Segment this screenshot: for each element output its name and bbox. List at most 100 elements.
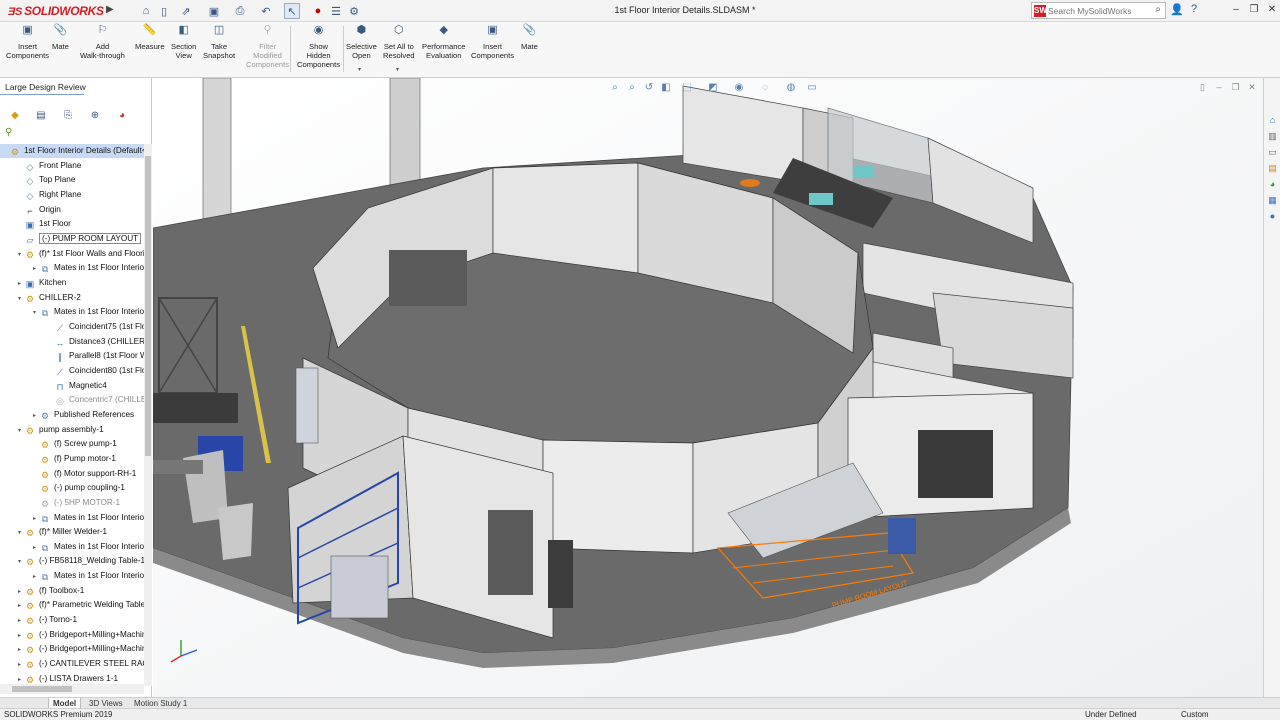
tree-node[interactable]: ⚙ (f) Motor support-RH-1 bbox=[30, 467, 146, 481]
tree-node[interactable]: ▱ (-) PUMP ROOM LAYOUT bbox=[15, 232, 146, 246]
tree-node[interactable]: ▸ ⧉ Mates in 1st Floor Interior bbox=[30, 569, 146, 583]
previous-view-icon[interactable]: ↺ bbox=[642, 82, 656, 96]
solidworks-resources-icon[interactable]: ⌂ bbox=[1266, 114, 1279, 127]
tree-node[interactable]: ▾ ⧉ Mates in 1st Floor Interior bbox=[30, 305, 146, 319]
tree-node[interactable]: ▸ ⚙ Published References bbox=[30, 408, 146, 422]
units-selector[interactable]: Custom bbox=[1181, 709, 1209, 720]
open-icon[interactable]: ⇗ bbox=[178, 3, 194, 19]
ribbon-button-performance-evaluation[interactable]: ◆ Performance Evaluation bbox=[422, 25, 465, 61]
dimxpert-tab-icon[interactable]: ⊕ bbox=[87, 110, 103, 124]
tree-node[interactable]: ▸ ⚙ (-) Bridgeport+Milling+Machin bbox=[15, 642, 146, 656]
options-icon[interactable]: ⚙ bbox=[346, 3, 362, 19]
tree-node[interactable]: ↔ Distance3 (CHILLER<2 bbox=[45, 335, 147, 349]
view-palette-icon[interactable]: ▤ bbox=[1266, 162, 1279, 175]
vertical-scrollbar[interactable] bbox=[144, 144, 152, 686]
zoom-to-fit-icon[interactable]: ⌕ bbox=[608, 82, 622, 96]
help-icon[interactable]: ? bbox=[1186, 3, 1202, 15]
save-icon[interactable]: ▣ bbox=[206, 3, 222, 19]
hide-show-icon[interactable]: ◉ bbox=[732, 82, 746, 96]
tree-node[interactable]: ◇ Right Plane bbox=[15, 188, 146, 202]
tree-node[interactable]: ▣ 1st Floor bbox=[15, 217, 146, 231]
file-properties-icon[interactable]: ☰ bbox=[328, 3, 344, 19]
tree-node[interactable]: ▸⚙ (-) CANTILEVER STEEL RACK A bbox=[15, 657, 146, 671]
ribbon-button-section-view[interactable]: ◧ Section View bbox=[171, 25, 196, 61]
collapse-arrow-icon[interactable]: ▾ bbox=[30, 306, 39, 320]
tree-node[interactable]: ◎ Concentric7 (CHILLER bbox=[45, 393, 146, 407]
ribbon-button-measure[interactable]: 📏 Measure bbox=[135, 25, 165, 52]
viewport-minimize-icon[interactable]: – bbox=[1212, 82, 1226, 92]
minimize-icon[interactable]: – bbox=[1228, 2, 1244, 18]
configuration-tab-icon[interactable]: ⎘ bbox=[60, 110, 76, 124]
scrollbar-thumb[interactable] bbox=[145, 156, 151, 456]
file-explorer-icon[interactable]: ▭ bbox=[1266, 146, 1279, 159]
undo-icon[interactable]: ↶ bbox=[258, 3, 274, 19]
viewport-layout-icon[interactable]: ▯ bbox=[1195, 82, 1209, 93]
expand-arrow-icon[interactable]: ▸ bbox=[15, 643, 24, 657]
tree-node[interactable]: ⚙ (f) Screw pump-1 bbox=[30, 437, 146, 451]
dropdown-arrow-icon[interactable]: ▾ bbox=[358, 66, 361, 73]
tree-node[interactable]: ▾ ⚙ (f)* Miller Welder-1 bbox=[15, 525, 146, 539]
tree-node[interactable]: ▾ ⚙ CHILLER-2 bbox=[15, 291, 146, 305]
design-library-icon[interactable]: ▥ bbox=[1266, 130, 1279, 143]
scrollbar-thumb[interactable] bbox=[12, 686, 72, 692]
search-box[interactable]: SW ⌕ bbox=[1031, 2, 1166, 19]
tree-node[interactable]: ▾ ⚙ (f)* 1st Floor Walls and Flooring bbox=[15, 247, 146, 261]
appearance-icon[interactable]: ◌ bbox=[758, 82, 772, 96]
tree-node[interactable]: ⟋ Coincident80 (1st Floo bbox=[45, 364, 146, 378]
home-icon[interactable]: ⌂ bbox=[138, 3, 154, 19]
tree-node[interactable]: ∥ Parallel8 (1st Floor Wa bbox=[45, 349, 146, 363]
user-icon[interactable]: 👤 bbox=[1169, 3, 1185, 16]
print-icon[interactable]: ⎙ bbox=[232, 3, 248, 19]
property-manager-tab-icon[interactable]: ▤ bbox=[33, 110, 49, 124]
ribbon-button-insert-components[interactable]: ▣ Insert Components bbox=[6, 25, 49, 61]
tree-node[interactable]: ▾ ⚙ pump assembly-1 bbox=[15, 423, 146, 437]
custom-properties-icon[interactable]: ▦ bbox=[1266, 194, 1279, 207]
filter-icon[interactable]: ⚲ bbox=[5, 127, 12, 138]
expand-arrow-icon[interactable]: ▸ bbox=[30, 409, 39, 423]
tree-node[interactable]: ⊓ Magnetic4 bbox=[45, 379, 146, 393]
graphics-area[interactable]: PUMP ROOM LAYOUT ⌕ ⌕ ↺ ◧ ⬚ ◩ ◉ ◌ ◍ ▭ ▯ –… bbox=[153, 78, 1263, 697]
section-view-icon[interactable]: ◧ bbox=[659, 82, 673, 96]
expand-arrow-icon[interactable]: ▸ bbox=[15, 277, 24, 291]
scene-icon[interactable]: ◍ bbox=[784, 82, 798, 96]
new-document-icon[interactable]: ▯ bbox=[156, 3, 172, 19]
expand-arrow-icon[interactable]: ▸ bbox=[15, 614, 24, 628]
expand-arrow-icon[interactable]: ▸ bbox=[15, 658, 24, 672]
expand-arrow-icon[interactable]: ▸ bbox=[15, 599, 24, 613]
tree-node[interactable]: ◇ Front Plane bbox=[15, 159, 146, 173]
collapse-arrow-icon[interactable]: ▾ bbox=[15, 248, 24, 262]
tree-node[interactable]: ◇ Top Plane bbox=[15, 173, 146, 187]
tree-node[interactable]: ⌐ Origin bbox=[15, 203, 146, 217]
select-icon[interactable]: ↖ bbox=[284, 3, 300, 19]
display-style-icon[interactable]: ◩ bbox=[706, 82, 720, 96]
ribbon-button-set-all-to-resolved[interactable]: ⬡ Set All to Resolved bbox=[383, 25, 415, 61]
horizontal-scrollbar[interactable] bbox=[0, 684, 144, 694]
ribbon-button-mate[interactable]: 📎 Mate bbox=[521, 25, 538, 52]
view-orientation-icon[interactable]: ⬚ bbox=[680, 82, 694, 96]
collapse-arrow-icon[interactable]: ▾ bbox=[15, 555, 24, 569]
tree-node[interactable]: ▸ ⧉ Mates in 1st Floor Interior bbox=[30, 540, 146, 554]
tree-node[interactable]: ▸ ▣ Kitchen bbox=[15, 276, 146, 290]
tree-node[interactable]: ⚙ 1st Floor Interior Details (Default<Def… bbox=[0, 144, 146, 158]
tree-node[interactable]: ⚙ (f) Pump motor-1 bbox=[30, 452, 146, 466]
expand-arrow-icon[interactable]: ▸ bbox=[30, 512, 39, 526]
expand-arrow-icon[interactable]: ▸ bbox=[15, 629, 24, 643]
collapse-arrow-icon[interactable]: ▾ bbox=[15, 424, 24, 438]
collapse-arrow-icon[interactable]: ▾ bbox=[15, 292, 24, 306]
search-input[interactable] bbox=[1048, 4, 1148, 17]
display-manager-tab-icon[interactable]: ◕ bbox=[114, 110, 130, 124]
feature-tree-tab-icon[interactable]: ◆ bbox=[7, 110, 23, 124]
solidworks-logo[interactable]: ƎS SOLIDWORKS bbox=[8, 4, 104, 18]
tree-node[interactable]: ▸ ⧉ Mates in 1st Floor Interior bbox=[30, 511, 146, 525]
menu-expand-icon[interactable]: ▶ bbox=[106, 4, 114, 15]
close-icon[interactable]: ✕ bbox=[1264, 2, 1280, 18]
expand-arrow-icon[interactable]: ▸ bbox=[30, 262, 39, 276]
zoom-to-area-icon[interactable]: ⌕ bbox=[625, 82, 639, 96]
tree-node[interactable]: ▸ ⧉ Mates in 1st Floor Interior bbox=[30, 261, 146, 275]
restore-icon[interactable]: ❐ bbox=[1246, 2, 1262, 18]
tree-node[interactable]: ⚙ (-) pump coupling-1 bbox=[30, 481, 146, 495]
view-settings-icon[interactable]: ▭ bbox=[805, 82, 819, 96]
tree-node[interactable]: ▸ ⚙ (f)* Parametric Welding Table v bbox=[15, 598, 146, 612]
expand-arrow-icon[interactable]: ▸ bbox=[30, 541, 39, 555]
tree-node[interactable]: ▸ ⚙ (f) Toolbox-1 bbox=[15, 584, 146, 598]
